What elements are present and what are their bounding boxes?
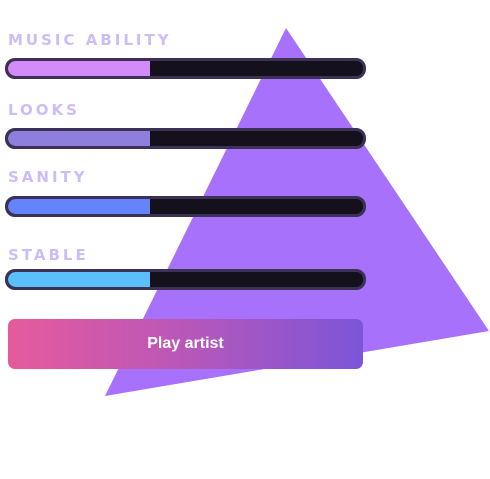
music-ability-bar-fill	[8, 61, 150, 76]
looks-bar	[5, 128, 366, 149]
stats-panel: MUSIC ABILITY LOOKS SANITY STABLE Play a…	[0, 0, 490, 479]
play-artist-button[interactable]: Play artist	[8, 319, 363, 369]
stat-label-looks: LOOKS	[8, 101, 80, 119]
stat-label-music-ability: MUSIC ABILITY	[8, 31, 172, 49]
sanity-bar	[5, 196, 366, 217]
sanity-bar-fill	[8, 199, 150, 214]
stat-label-sanity: SANITY	[8, 168, 88, 186]
stat-label-stable: STABLE	[8, 246, 89, 264]
music-ability-bar	[5, 58, 366, 79]
stable-bar-fill	[8, 272, 150, 287]
stable-bar	[5, 269, 366, 290]
looks-bar-fill	[8, 131, 150, 146]
